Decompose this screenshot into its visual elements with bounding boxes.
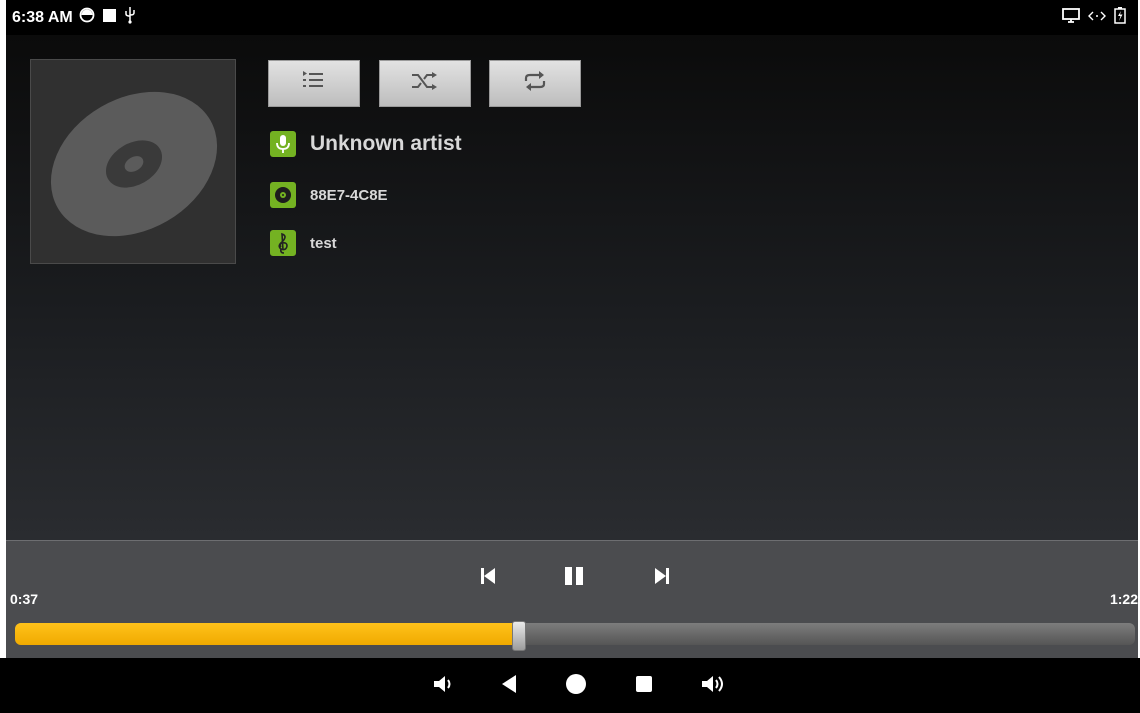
track-title: test	[310, 234, 337, 252]
data-sync-icon	[1088, 9, 1106, 27]
previous-button[interactable]	[468, 561, 508, 595]
pause-button[interactable]	[554, 561, 594, 595]
repeat-button[interactable]	[489, 60, 581, 107]
seek-bar[interactable]	[15, 621, 1135, 651]
artist-name: Unknown artist	[310, 132, 462, 155]
playlist-button[interactable]	[268, 60, 360, 107]
usb-icon	[124, 6, 136, 29]
album-row: 88E7-4C8E	[270, 182, 388, 208]
seek-progress-fill	[15, 623, 519, 645]
clock-icon	[79, 7, 95, 28]
album-name: 88E7-4C8E	[310, 186, 388, 204]
back-icon	[500, 674, 518, 699]
recents-icon	[634, 674, 654, 699]
next-icon	[654, 567, 670, 590]
next-button[interactable]	[642, 561, 682, 595]
status-bar: 6:38 AM	[6, 0, 1138, 35]
square-notification-icon	[102, 8, 117, 28]
shuffle-icon	[410, 70, 440, 97]
volume-down-button[interactable]	[428, 672, 458, 700]
now-playing-panel: Unknown artist 88E7-4C8E test	[6, 35, 1138, 540]
back-button[interactable]	[494, 672, 524, 700]
track-row: test	[270, 230, 337, 256]
playback-controls: 0:37 1:22	[6, 540, 1138, 658]
battery-charging-icon	[1114, 6, 1126, 29]
volume-up-button[interactable]	[698, 672, 728, 700]
treble-clef-icon	[270, 230, 296, 256]
home-icon	[565, 673, 587, 700]
total-time: 1:22	[1109, 591, 1138, 607]
recents-button[interactable]	[629, 672, 659, 700]
artist-row: Unknown artist	[270, 131, 462, 157]
shuffle-button[interactable]	[379, 60, 471, 107]
music-player-screen: 6:38 AM Unknown artist 88E7-4C8E test 0:…	[0, 0, 1140, 713]
cast-screen-icon	[1062, 7, 1080, 28]
album-art	[30, 59, 236, 264]
elapsed-time: 0:37	[10, 591, 39, 607]
microphone-icon	[270, 131, 296, 157]
volume-up-icon	[700, 674, 726, 699]
pause-icon	[563, 566, 585, 591]
playlist-icon	[301, 70, 327, 97]
repeat-icon	[522, 69, 548, 98]
volume-down-icon	[432, 674, 454, 699]
status-time: 6:38 AM	[12, 8, 73, 26]
previous-icon	[480, 567, 496, 590]
home-button[interactable]	[561, 672, 591, 700]
navigation-bar	[0, 658, 1140, 713]
seek-thumb[interactable]	[512, 621, 526, 651]
album-disc-icon	[270, 182, 296, 208]
